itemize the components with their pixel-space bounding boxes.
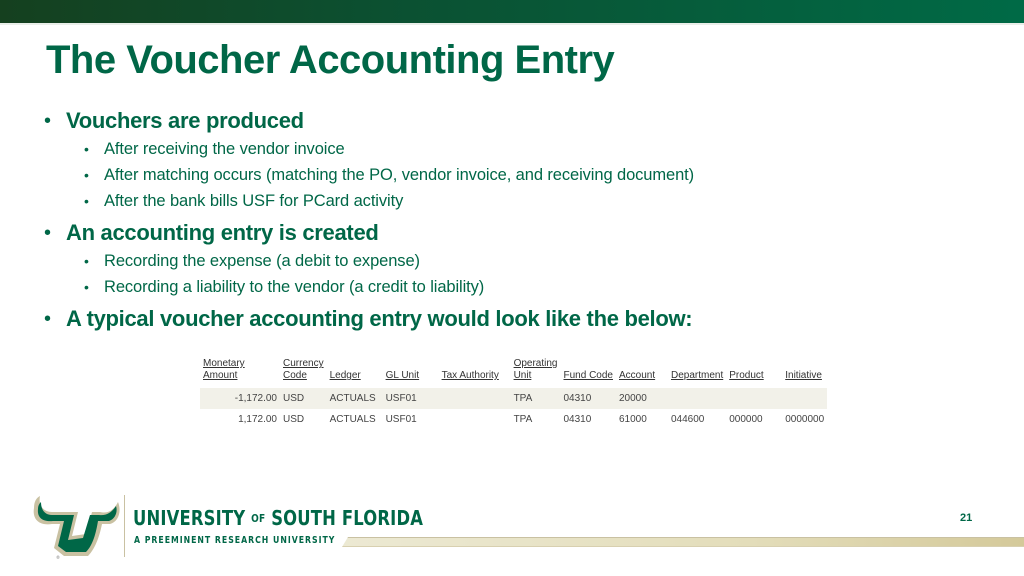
cell-account: 20000 <box>615 388 668 409</box>
bullet-list: Vouchers are produced After receiving th… <box>44 106 694 334</box>
cell-department: 044600 <box>670 414 705 425</box>
table-header-row: Monetary Amount Currency Code Ledger GL Un… <box>200 356 827 388</box>
voucher-accounting-table: Monetary Amount Currency Code Ledger GL Un… <box>200 356 828 430</box>
cell-operating-unit: TPA <box>510 388 561 409</box>
footer-gold-bar <box>342 537 1024 547</box>
cell-monetary-amount: -1,172.00 <box>200 388 280 409</box>
cell-currency-code: USD <box>280 388 327 409</box>
cell-ledger: ACTUALS <box>329 414 376 425</box>
sub-bullet: After receiving the vendor invoice <box>44 136 694 162</box>
cell-fund-code: 04310 <box>560 388 616 409</box>
header-monetary-amount[interactable]: Monetary Amount <box>200 356 280 388</box>
university-name: UNIVERSITY OF SOUTH FLORIDA <box>133 506 424 530</box>
sub-bullet: After the bank bills USF for PCard activ… <box>44 188 694 214</box>
cell-tax-authority <box>439 409 511 430</box>
header-fund-code[interactable]: Fund Code <box>561 356 616 388</box>
cell-initiative: 0000000 <box>785 414 825 425</box>
header-department[interactable]: Department <box>668 356 726 388</box>
header-initiative[interactable]: Initiative <box>782 356 827 388</box>
sub-bullet: Recording a liability to the vendor (a c… <box>44 274 694 300</box>
svg-text:®: ® <box>56 555 60 560</box>
cell-operating-unit: TPA <box>513 414 533 425</box>
cell-product <box>726 388 783 409</box>
cell-gl-unit: USF01 <box>382 388 439 409</box>
university-tagline: A PREEMINENT RESEARCH UNIVERSITY <box>134 535 336 546</box>
usf-bull-logo-icon: ® <box>33 496 120 560</box>
cell-department <box>667 388 727 409</box>
header-currency-code[interactable]: Currency Code <box>280 356 327 388</box>
cell-gl-unit: USF01 <box>385 414 417 425</box>
page-number: 21 <box>960 512 973 524</box>
header-product[interactable]: Product <box>726 356 782 388</box>
header-tax-authority[interactable]: Tax Authority <box>439 356 511 388</box>
top-banner-divider <box>0 23 1024 25</box>
top-banner <box>0 0 1024 23</box>
table-row: 1,172.00 USD ACTUALS USF01 TPA 04310 610… <box>200 409 827 430</box>
cell-currency-code: USD <box>283 414 305 425</box>
cell-monetary-amount: 1,172.00 <box>238 414 277 425</box>
cell-initiative <box>782 388 828 409</box>
header-account[interactable]: Account <box>616 356 668 388</box>
header-ledger[interactable]: Ledger <box>327 356 383 388</box>
cell-product: 000000 <box>729 414 763 425</box>
sub-bullet: After matching occurs (matching the PO, … <box>44 162 694 188</box>
sub-bullet: Recording the expense (a debit to expens… <box>44 248 694 274</box>
cell-fund-code: 04310 <box>563 414 592 425</box>
cell-ledger: ACTUALS <box>326 388 383 409</box>
bullet-accounting-entry: An accounting entry is created <box>44 218 694 248</box>
logo-divider <box>124 495 125 557</box>
slide-title: The Voucher Accounting Entry <box>46 38 615 82</box>
header-operating-unit[interactable]: Operating Unit <box>511 356 561 388</box>
cell-account: 61000 <box>618 414 647 425</box>
bullet-typical-entry: A typical voucher accounting entry would… <box>44 304 694 334</box>
bullet-vouchers-produced: Vouchers are produced <box>44 106 694 136</box>
cell-tax-authority <box>438 388 511 409</box>
table-row: -1,172.00 USD ACTUALS USF01 TPA 04310 20… <box>200 388 828 409</box>
header-gl-unit[interactable]: GL Unit <box>383 356 439 388</box>
